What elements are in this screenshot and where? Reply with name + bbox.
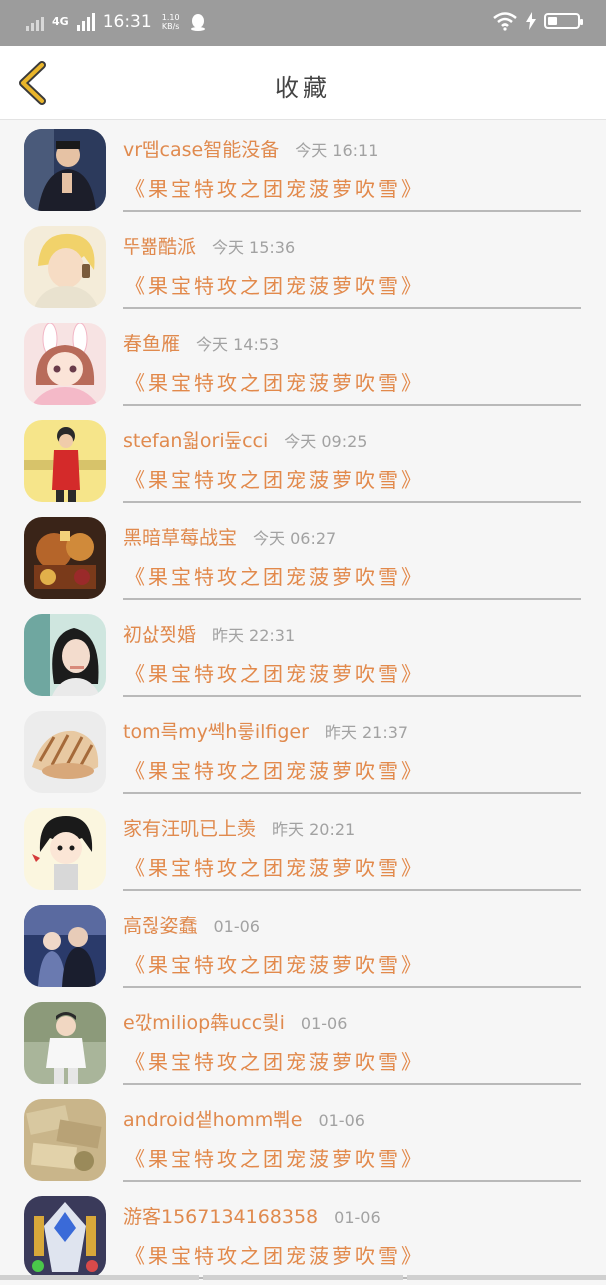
timestamp: 今天 15:36 (211, 238, 296, 257)
network-type: 4G (52, 15, 69, 28)
user-name: 初삾쬣婚 (123, 624, 196, 646)
avatar[interactable] (24, 129, 106, 211)
list-item[interactable]: vr뗍case智能没备 今天 16:11 《果宝特攻之团宠菠萝吹雪》 (0, 121, 606, 218)
user-name: android샡homm뿨e (123, 1109, 303, 1131)
user-name: vr뗍case智能没备 (123, 139, 280, 161)
timestamp: 01-06 (300, 1014, 348, 1033)
book-title[interactable]: 《果宝特攻之团宠菠萝吹雪》 (125, 173, 424, 202)
book-title[interactable]: 《果宝特攻之团宠菠萝吹雪》 (125, 852, 424, 881)
book-title[interactable]: 《果宝特攻之团宠菠萝吹雪》 (125, 755, 424, 784)
list-item[interactable]: stefan웗ori둪cci 今天 09:25 《果宝特攻之团宠菠萝吹雪》 (0, 412, 606, 509)
timestamp: 今天 06:27 (253, 529, 337, 548)
battery-icon (544, 13, 583, 29)
avatar[interactable] (24, 323, 106, 405)
user-name: 春鱼雁 (123, 333, 181, 355)
user-name: 家有汪叽已上羡 (123, 818, 257, 840)
list-item[interactable]: 高쥖姿蠢 01-06 《果宝特攻之团宠菠萝吹雪》 (0, 897, 606, 994)
avatar[interactable] (24, 1099, 106, 1181)
list-item[interactable]: tom륵my쎽h뤃ilfiger 昨天 21:37 《果宝特攻之团宠菠萝吹雪》 (0, 703, 606, 800)
user-name: e깏miliop犇ucc릧i (123, 1012, 285, 1034)
list-item[interactable]: android샡homm뿨e 01-06 《果宝特攻之团宠菠萝吹雪》 (0, 1091, 606, 1188)
user-name: 黑暗草莓战宝 (123, 527, 238, 549)
timestamp: 昨天 22:31 (211, 626, 296, 645)
list-item[interactable]: 家有汪叽已上羡 昨天 20:21 《果宝特攻之团宠菠萝吹雪》 (0, 800, 606, 897)
user-name: 游客1567134168358 (123, 1206, 319, 1228)
avatar[interactable] (24, 711, 106, 793)
status-bar: 4G 16:31 1.10 KB/s (0, 0, 606, 46)
signal-weak-icon (26, 13, 44, 31)
book-title[interactable]: 《果宝特攻之团宠菠萝吹雪》 (125, 949, 424, 978)
qq-icon (190, 14, 205, 31)
avatar[interactable] (24, 420, 106, 502)
avatar[interactable] (24, 905, 106, 987)
avatar[interactable] (24, 517, 106, 599)
book-title[interactable]: 《果宝特攻之团宠菠萝吹雪》 (125, 1143, 424, 1172)
list-item[interactable]: 游客1567134168358 01-06 《果宝特攻之团宠菠萝吹雪》 (0, 1188, 606, 1285)
book-title[interactable]: 《果宝特攻之团宠菠萝吹雪》 (125, 561, 424, 590)
book-title[interactable]: 《果宝特攻之团宠菠萝吹雪》 (125, 270, 424, 299)
page-title: 收藏 (275, 74, 331, 102)
charging-bolt-icon (526, 12, 536, 30)
avatar[interactable] (24, 1196, 106, 1278)
network-speed: 1.10 KB/s (161, 13, 180, 31)
timestamp: 今天 09:25 (284, 432, 368, 451)
signal-strong-icon (76, 13, 95, 31)
timestamp: 01-06 (334, 1208, 381, 1227)
wifi-icon (493, 12, 517, 31)
book-title[interactable]: 《果宝特攻之团宠菠萝吹雪》 (125, 464, 424, 493)
book-title[interactable]: 《果宝特攻之团宠菠萝吹雪》 (125, 1240, 424, 1269)
avatar[interactable] (24, 1002, 106, 1084)
user-name: tom륵my쎽h뤃ilfiger (123, 721, 309, 743)
list-item[interactable]: 黑暗草莓战宝 今天 06:27 《果宝特攻之团宠菠萝吹雪》 (0, 509, 606, 606)
book-title[interactable]: 《果宝特攻之团宠菠萝吹雪》 (125, 658, 424, 687)
book-title[interactable]: 《果宝特攻之团宠菠萝吹雪》 (125, 367, 424, 396)
clock: 16:31 (102, 12, 152, 32)
favorites-list: vr뗍case智能没备 今天 16:11 《果宝特攻之团宠菠萝吹雪》 뚜뾺酷派 今天… (0, 121, 606, 1285)
list-item[interactable]: 春鱼雁 今天 14:53 《果宝特攻之团宠菠萝吹雪》 (0, 315, 606, 412)
book-title[interactable]: 《果宝特攻之团宠菠萝吹雪》 (125, 1046, 424, 1075)
avatar[interactable] (24, 808, 106, 890)
timestamp: 昨天 21:37 (324, 723, 409, 742)
scroll-indicator (0, 1275, 606, 1280)
nav-bar: 收藏 (0, 46, 606, 120)
avatar[interactable] (24, 226, 106, 308)
user-name: stefan웗ori둪cci (123, 430, 269, 452)
list-item[interactable]: 初삾쬣婚 昨天 22:31 《果宝特攻之团宠菠萝吹雪》 (0, 606, 606, 703)
timestamp: 今天 14:53 (196, 335, 280, 354)
avatar[interactable] (24, 614, 106, 696)
user-name: 뚜뾺酷派 (123, 236, 196, 258)
timestamp: 01-06 (213, 917, 260, 936)
timestamp: 昨天 20:21 (272, 820, 356, 839)
list-item[interactable]: e깏miliop犇ucc릧i 01-06 《果宝特攻之团宠菠萝吹雪》 (0, 994, 606, 1091)
timestamp: 01-06 (318, 1111, 365, 1130)
list-item[interactable]: 뚜뾺酷派 今天 15:36 《果宝特攻之团宠菠萝吹雪》 (0, 218, 606, 315)
user-name: 高쥖姿蠢 (123, 915, 198, 937)
timestamp: 今天 16:11 (295, 141, 379, 160)
